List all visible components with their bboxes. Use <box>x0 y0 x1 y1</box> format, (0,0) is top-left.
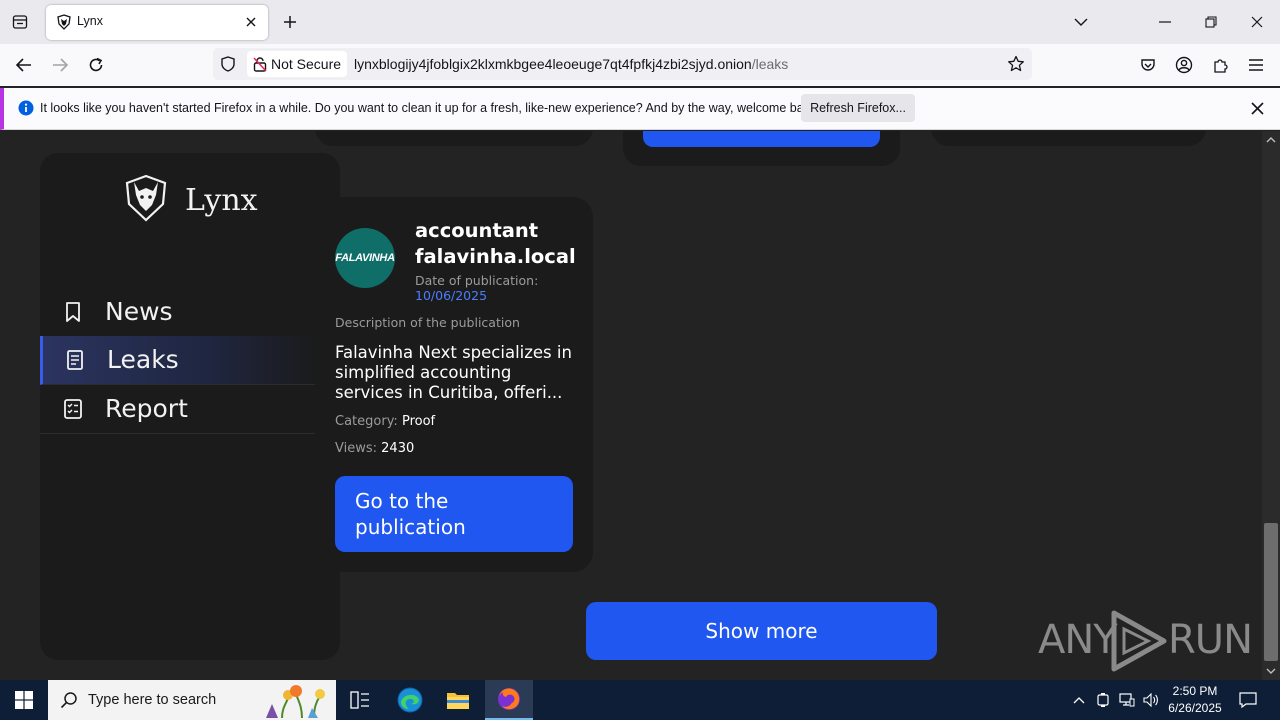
show-more-button[interactable]: Show more <box>586 602 937 660</box>
close-window-icon[interactable] <box>1234 0 1280 44</box>
forward-arrow-icon[interactable] <box>47 53 73 77</box>
new-tab-icon[interactable] <box>279 11 301 33</box>
category-value: Proof <box>401 414 436 429</box>
url-path: /leaks <box>751 56 789 72</box>
not-secure-indicator[interactable]: Not Secure <box>247 51 348 77</box>
back-arrow-icon[interactable] <box>11 53 37 77</box>
firefox-taskbar-icon[interactable] <box>485 680 533 720</box>
company-logo-text: FALAVINHA <box>335 252 395 264</box>
tab-title: Lynx <box>77 14 103 28</box>
sidebar-item-label: Leaks <box>107 345 179 374</box>
network-icon[interactable] <box>1116 680 1138 720</box>
views-value: 2430 <box>381 441 415 456</box>
search-icon <box>60 692 77 709</box>
url-bar[interactable]: Not Secure lynxblogijy4jfoblgix2klxmkbge… <box>213 48 1032 80</box>
category: Category: Proof <box>335 414 435 429</box>
site-sidebar: Lynx News Leaks Report <box>40 153 340 660</box>
publication-date-label: Date of publication: <box>415 273 539 288</box>
company-logo: FALAVINHA <box>335 228 395 288</box>
description-label: Description of the publication <box>335 315 520 330</box>
views-label: Views: <box>335 441 378 456</box>
show-hidden-icons-icon[interactable] <box>1068 680 1090 720</box>
checklist-icon <box>64 399 82 419</box>
device-icon[interactable] <box>1092 680 1114 720</box>
url-text[interactable]: lynxblogijy4jfoblgix2klxmkbgee4leoeuge7q… <box>354 56 788 72</box>
notification-message: It looks like you haven't started Firefo… <box>40 101 820 115</box>
broken-lock-icon <box>253 56 267 72</box>
menu-hamburger-icon[interactable] <box>1243 53 1269 77</box>
sidebar-item-label: News <box>105 297 173 326</box>
sidebar-item-leaks[interactable]: Leaks <box>40 336 316 385</box>
url-host: lynxblogijy4jfoblgix2klxmkbgee4leoeuge7q… <box>354 56 752 72</box>
description-text: Falavinha Next specializes in simplified… <box>335 343 572 402</box>
tab-close-icon[interactable] <box>242 13 260 31</box>
list-all-tabs-icon[interactable] <box>1058 0 1104 44</box>
lynx-shield-logo-icon <box>125 174 167 222</box>
search-placeholder: Type here to search <box>88 692 217 708</box>
previous-card-button[interactable] <box>643 131 880 147</box>
info-icon <box>18 100 34 116</box>
previous-card-1 <box>315 131 593 146</box>
publication-date-value: 10/06/2025 <box>415 288 488 303</box>
tab-lynx[interactable]: Lynx <box>46 5 268 40</box>
refresh-firefox-button[interactable]: Refresh Firefox... <box>801 94 915 122</box>
clock-time: 2:50 PM <box>1172 684 1218 698</box>
bookmark-star-icon[interactable] <box>1006 54 1026 74</box>
volume-icon[interactable] <box>1140 680 1162 720</box>
file-explorer-icon[interactable] <box>434 680 482 720</box>
tab-bar: Lynx <box>0 0 1280 44</box>
windows-taskbar: Type here to search 2:50 PM 6/26/2025 <box>0 680 1280 720</box>
page-scrollbar[interactable] <box>1262 131 1280 680</box>
extensions-icon[interactable] <box>1207 53 1233 77</box>
site-logo-name: Lynx <box>185 183 258 218</box>
sidebar-item-report[interactable]: Report <box>40 385 316 434</box>
previous-card-3 <box>931 131 1206 146</box>
leak-card: FALAVINHA accountant falavinha.local Dat… <box>315 197 593 572</box>
refresh-notification-bar: It looks like you haven't started Firefo… <box>0 88 1280 130</box>
scroll-up-icon[interactable] <box>1266 135 1276 145</box>
sidebar-item-news[interactable]: News <box>40 288 316 337</box>
views: Views: 2430 <box>335 441 414 456</box>
play-triangle-icon <box>1111 610 1167 672</box>
not-secure-label: Not Secure <box>271 56 342 72</box>
action-center-icon[interactable] <box>1234 680 1262 720</box>
pocket-icon[interactable] <box>1135 53 1161 77</box>
taskbar-search-box[interactable]: Type here to search <box>48 680 336 720</box>
reload-icon[interactable] <box>83 53 109 77</box>
document-icon <box>67 350 83 370</box>
windows-start-icon[interactable] <box>0 680 48 720</box>
scrollbar-thumb[interactable] <box>1264 523 1278 661</box>
task-view-icon[interactable] <box>336 680 384 720</box>
watermark-left: ANY <box>1038 617 1118 663</box>
search-highlight-flowers-icon <box>266 685 325 718</box>
tab-list-icon[interactable] <box>8 10 32 34</box>
minimize-icon[interactable] <box>1142 0 1188 44</box>
go-to-publication-button[interactable]: Go to the publication <box>335 476 573 552</box>
edge-browser-icon[interactable] <box>386 680 434 720</box>
site-logo[interactable]: Lynx <box>122 173 282 229</box>
page-content: Lynx News Leaks Report FALAVINHA account… <box>0 131 1262 680</box>
watermark-right: RUN <box>1168 617 1253 663</box>
card-title: accountant falavinha.local <box>415 219 576 268</box>
restore-icon[interactable] <box>1188 0 1234 44</box>
sidebar-item-label: Report <box>105 394 188 423</box>
account-icon[interactable] <box>1171 53 1197 77</box>
tracking-shield-icon[interactable] <box>220 56 236 72</box>
scroll-down-icon[interactable] <box>1266 666 1276 676</box>
taskbar-clock[interactable]: 2:50 PM 6/26/2025 <box>1160 683 1230 717</box>
lynx-favicon-icon <box>57 14 71 30</box>
category-label: Category: <box>335 414 398 429</box>
clock-date: 6/26/2025 <box>1168 701 1222 715</box>
bookmark-icon <box>66 302 80 322</box>
navigation-bar: Not Secure lynxblogijy4jfoblgix2klxmkbge… <box>0 44 1280 86</box>
close-notification-icon[interactable] <box>1248 99 1266 117</box>
anyrun-watermark: ANY RUN <box>1038 609 1253 673</box>
